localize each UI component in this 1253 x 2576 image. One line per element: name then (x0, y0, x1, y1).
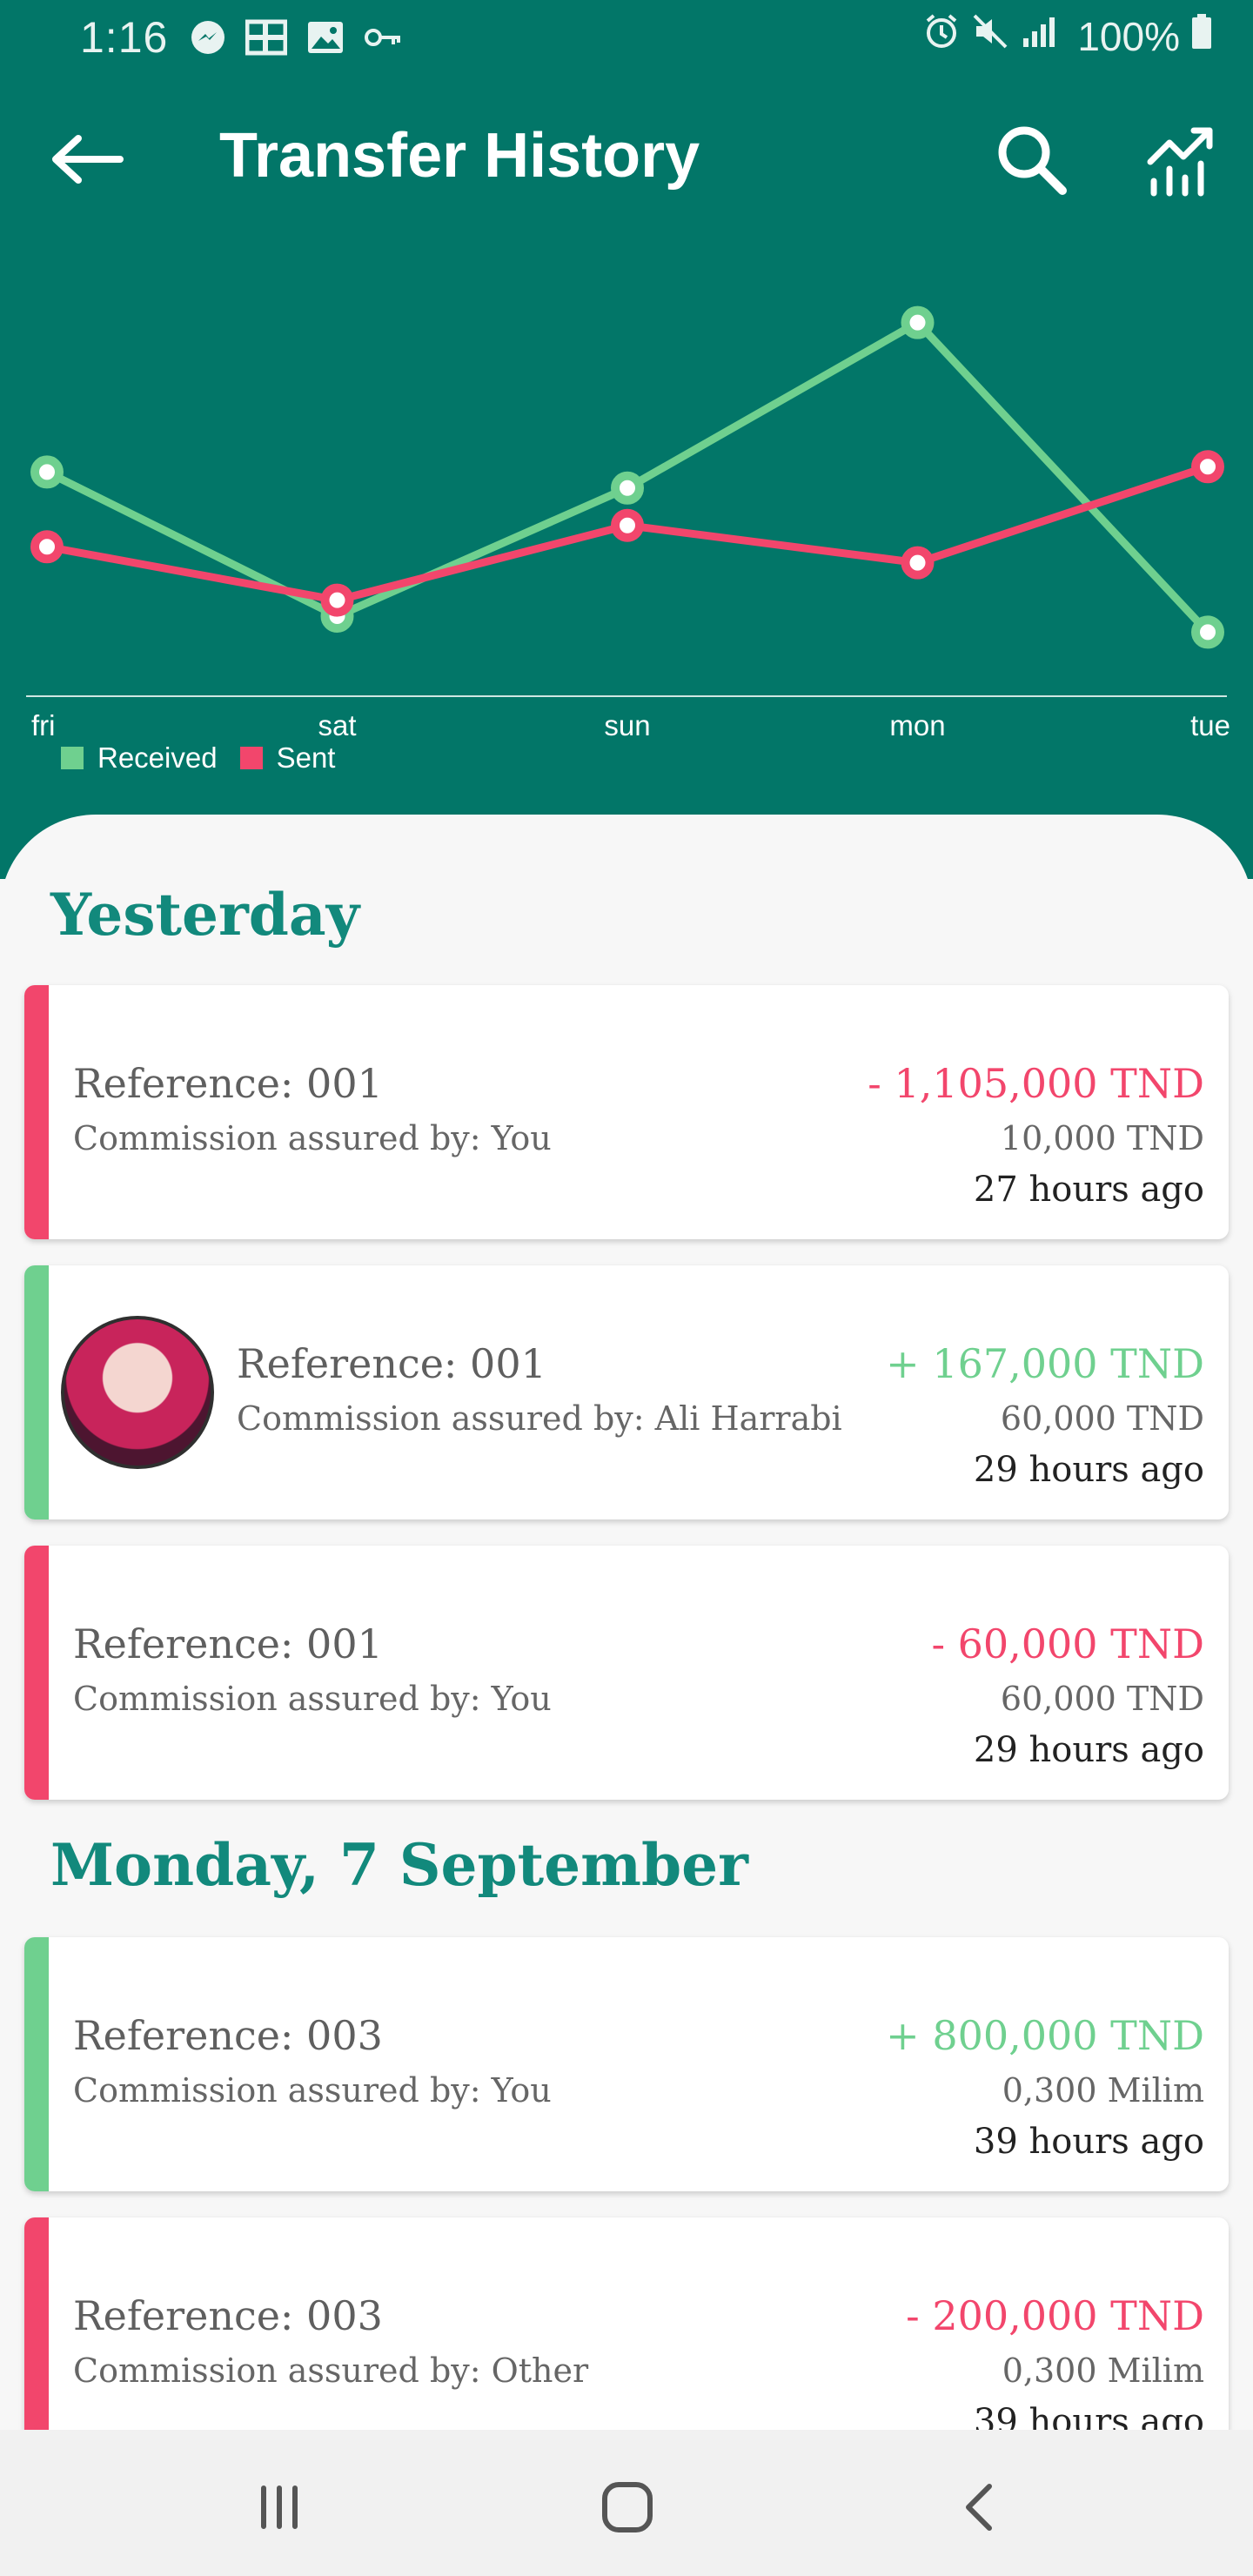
chart-trend-icon (1147, 127, 1213, 197)
amount-text: + 800,000 TND (886, 2012, 1204, 2059)
reference-text: Reference: 003 (73, 2012, 383, 2059)
back-button[interactable] (47, 120, 125, 198)
section-title-monday: Monday, 7 September (50, 1831, 748, 1899)
time-ago-text: 27 hours ago (973, 1170, 1204, 1210)
data-point-received (901, 305, 935, 339)
transfer-card[interactable]: Reference: 003 Commission assured by: Yo… (24, 1937, 1229, 2191)
transfer-list: Yesterday Reference: 001 Commission assu… (0, 815, 1253, 2433)
reference-text: Reference: 003 (73, 2292, 383, 2339)
data-point-sent (611, 508, 644, 542)
data-point-sent (320, 583, 354, 617)
mute-icon (971, 12, 1009, 60)
direction-indicator-sent (24, 2217, 49, 2433)
transfer-card[interactable]: Reference: 001 Commission assured by: Al… (24, 1265, 1229, 1519)
direction-indicator-sent (24, 1546, 49, 1800)
app-bar: Transfer History (0, 87, 1253, 235)
nav-back-button[interactable] (940, 2468, 1018, 2546)
transfer-line-chart: fri sat sun mon tue (26, 305, 1230, 741)
search-icon (998, 126, 1067, 195)
x-tick-label: mon (889, 709, 945, 741)
image-icon (306, 19, 345, 60)
time-ago-text: 29 hours ago (973, 1450, 1204, 1490)
widget-icon (245, 19, 288, 60)
commission-text: Commission assured by: You (73, 1119, 552, 1157)
home-button[interactable] (588, 2468, 667, 2546)
alarm-icon (922, 12, 961, 60)
amount-text: - 60,000 TND (931, 1620, 1204, 1667)
data-point-received (611, 471, 644, 505)
commission-text: Commission assured by: You (73, 1680, 552, 1718)
legend-label-sent: Sent (276, 741, 336, 774)
fee-text: 60,000 TND (1000, 1680, 1204, 1718)
x-tick-label: sun (604, 709, 650, 741)
amount-text: - 200,000 TND (906, 2292, 1204, 2339)
legend-item-received: Received (61, 741, 218, 775)
status-bar: 1:16 100% (0, 0, 1253, 77)
statistics-button[interactable] (1140, 118, 1223, 202)
time-ago-text: 39 hours ago (973, 2402, 1204, 2433)
commission-text: Commission assured by: You (73, 2071, 552, 2110)
legend-label-received: Received (97, 741, 218, 774)
home-icon (602, 2482, 653, 2532)
battery-percent: 100% (1077, 13, 1180, 59)
fee-text: 0,300 Milim (1002, 2351, 1204, 2390)
recents-button[interactable] (240, 2468, 318, 2546)
page-title: Transfer History (219, 121, 700, 191)
key-icon (364, 24, 402, 55)
avatar (61, 1316, 214, 1469)
recents-icon (261, 2485, 298, 2529)
reference-text: Reference: 001 (237, 1340, 546, 1387)
data-point-sent (30, 530, 64, 564)
battery-icon (1190, 12, 1213, 60)
search-button[interactable] (990, 118, 1074, 202)
direction-indicator-received (24, 1937, 49, 2191)
fee-text: 0,300 Milim (1002, 2071, 1204, 2110)
notification-icons (190, 19, 402, 60)
amount-text: + 167,000 TND (886, 1340, 1204, 1387)
data-point-sent (901, 546, 935, 580)
legend-swatch-received (61, 747, 84, 769)
amount-text: - 1,105,000 TND (868, 1060, 1204, 1107)
arrow-left-icon (52, 135, 124, 184)
commission-text: Commission assured by: Ali Harrabi (237, 1399, 842, 1438)
data-point-received (30, 455, 64, 489)
transfer-card[interactable]: Reference: 001 Commission assured by: Yo… (24, 985, 1229, 1239)
chart-legend: Received Sent (61, 741, 335, 775)
transfer-card[interactable]: Reference: 001 Commission assured by: Yo… (24, 1546, 1229, 1800)
data-point-sent (1191, 450, 1224, 484)
status-time: 1:16 (80, 13, 169, 62)
signal-icon (1020, 12, 1058, 60)
fee-text: 10,000 TND (1000, 1119, 1204, 1157)
x-tick-label: fri (31, 709, 56, 741)
time-ago-text: 29 hours ago (973, 1730, 1204, 1770)
direction-indicator-received (24, 1265, 49, 1519)
nav-back-icon (966, 2484, 992, 2531)
commission-text: Commission assured by: Other (73, 2351, 589, 2390)
x-tick-label: tue (1190, 709, 1230, 741)
messenger-icon (190, 19, 226, 60)
data-point-received (1191, 615, 1224, 649)
transfer-card[interactable]: Reference: 003 Commission assured by: Ot… (24, 2217, 1229, 2433)
x-tick-label: sat (318, 709, 356, 741)
legend-swatch-sent (239, 747, 263, 769)
system-nav-bar (0, 2430, 1253, 2576)
system-icons: 100% (922, 12, 1213, 60)
direction-indicator-sent (24, 985, 49, 1239)
legend-item-sent: Sent (239, 741, 336, 775)
fee-text: 60,000 TND (1000, 1399, 1204, 1438)
reference-text: Reference: 001 (73, 1060, 383, 1107)
time-ago-text: 39 hours ago (973, 2122, 1204, 2162)
section-title-yesterday: Yesterday (50, 881, 360, 949)
reference-text: Reference: 001 (73, 1620, 383, 1667)
